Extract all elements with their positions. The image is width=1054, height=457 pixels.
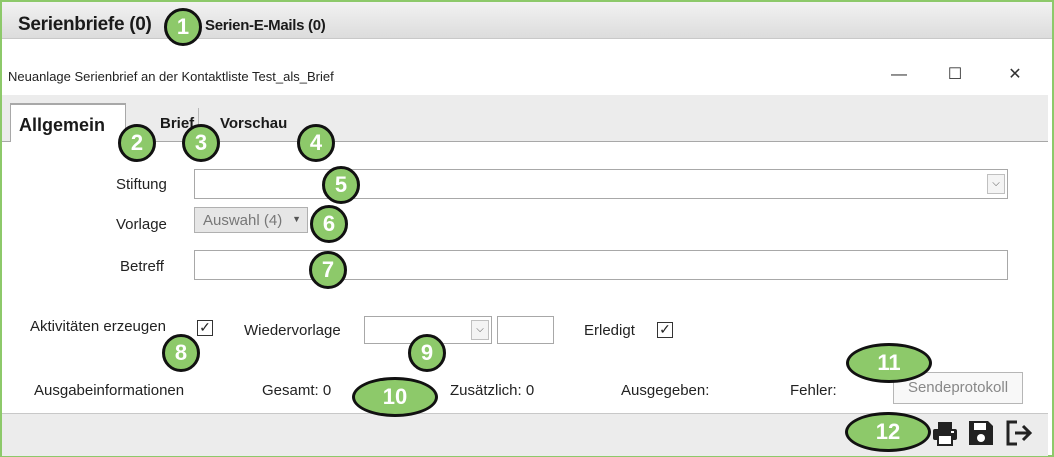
vorlage-value: Auswahl (4) [203,212,283,229]
erledigt-checkbox[interactable]: ✓ [657,322,673,338]
wiedervorlage-time-input[interactable] [497,316,554,344]
dialog-tab-strip [2,95,1048,142]
maximize-button[interactable]: ☐ [940,62,970,88]
tab-serienbriefe[interactable]: Serienbriefe (0) [18,14,152,36]
save-icon[interactable] [966,418,996,448]
exit-icon[interactable] [1004,418,1034,448]
tab-allgemein-label: Allgemein [19,115,106,135]
annotation-badge-2: 2 [118,124,156,162]
stiftung-select[interactable]: ⌵ [194,169,1008,199]
tab-vorschau[interactable]: Vorschau [220,115,287,132]
ausgegeben-label: Ausgegeben: [621,382,710,399]
annotation-badge-3: 3 [182,124,220,162]
chevron-down-icon[interactable]: ⌵ [987,174,1005,194]
annotation-badge-12: 12 [845,412,931,452]
annotation-badge-9: 9 [408,334,446,372]
annotation-badge-6: 6 [310,205,348,243]
tab-serien-emails[interactable]: Serien-E-Mails (0) [205,17,326,34]
annotation-badge-7: 7 [309,251,347,289]
wiedervorlage-label: Wiedervorlage [244,322,341,339]
annotation-badge-8: 8 [162,334,200,372]
zusaetzlich-count: Zusätzlich: 0 [450,382,535,399]
close-button[interactable]: ✕ [1000,62,1030,88]
vorlage-label: Vorlage [116,216,167,233]
fehler-label: Fehler: [790,382,837,399]
annotation-badge-1: 1 [164,8,202,46]
betreff-label: Betreff [120,258,164,275]
top-tab-bar [2,2,1052,39]
chevron-down-icon[interactable]: ⌵ [471,320,489,340]
stiftung-label: Stiftung [116,176,167,193]
gesamt-count: Gesamt: 0 [262,382,332,399]
vorlage-dropdown[interactable]: Auswahl (4) ▼ [194,207,308,233]
caret-down-icon: ▼ [292,214,301,224]
ausgabeinformationen-title: Ausgabeinformationen [34,382,185,399]
annotation-badge-5: 5 [322,166,360,204]
aktivitaeten-label: Aktivitäten erzeugen [30,318,166,335]
annotation-badge-4: 4 [297,124,335,162]
tab-allgemein[interactable]: Allgemein [10,103,126,143]
annotation-badge-11: 11 [846,343,932,383]
print-icon[interactable] [930,418,960,448]
annotation-badge-10: 10 [352,377,438,417]
erledigt-label: Erledigt [584,322,635,339]
dialog-title: Neuanlage Serienbrief an der Kontaktlist… [8,69,334,84]
aktivitaeten-checkbox[interactable]: ✓ [197,320,213,336]
minimize-button[interactable]: — [884,62,914,88]
